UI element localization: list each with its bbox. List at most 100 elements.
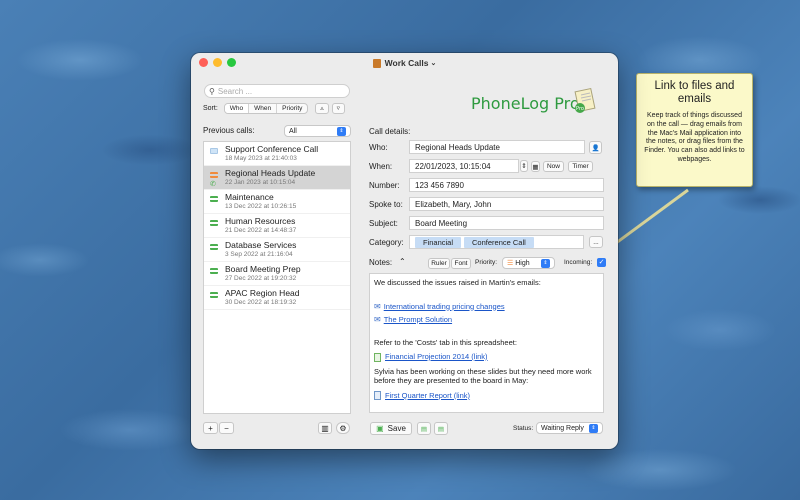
notes-email-link[interactable]: ✉ The Prompt Solution [374, 315, 599, 325]
status-value: Waiting Reply [541, 424, 584, 432]
minimize-button[interactable] [213, 58, 222, 67]
app-window: Work Calls ⌄ ⚲ Search ... Sort: Who When… [191, 53, 618, 449]
now-button[interactable]: Now [543, 161, 564, 172]
sort-who-button[interactable]: Who [224, 104, 250, 113]
conference-icon [210, 148, 218, 154]
search-icon: ⚲ [209, 86, 215, 96]
calendar-icon[interactable]: ▦ [531, 161, 540, 172]
notes-text: We discussed the issues raised in Martin… [374, 278, 541, 287]
mail-icon: ✉ [374, 315, 381, 324]
sort-segmented-control: Who When Priority [223, 103, 309, 114]
contact-icon[interactable]: 👤 [589, 141, 602, 154]
category-tag[interactable]: Conference Call [464, 236, 534, 248]
who-label: Who: [369, 143, 388, 152]
priority-value: ☰ High [507, 260, 530, 267]
incoming-label: Incoming: [564, 259, 593, 266]
number-label: Number: [369, 181, 400, 190]
svg-text:Pro: Pro [576, 106, 584, 112]
priority-normal-icon [210, 196, 218, 202]
list-item[interactable]: ✆ Regional Heads Update 22 Jan 2023 at 1… [204, 166, 350, 190]
list-item[interactable]: Support Conference Call 18 May 2023 at 2… [204, 142, 350, 166]
category-field[interactable]: Financial Conference Call [409, 235, 584, 249]
sort-controls: Sort: Who When Priority ▵ ▿ [203, 103, 345, 114]
when-label: When: [369, 162, 393, 171]
previous-calls-list[interactable]: Support Conference Call 18 May 2023 at 2… [203, 141, 351, 414]
updown-arrow-icon: ⇕ [589, 423, 598, 433]
category-tag[interactable]: Financial [415, 236, 462, 248]
title-bar: Work Calls ⌄ [191, 53, 618, 73]
list-item[interactable]: Maintenance 13 Dec 2022 at 10:26:15 [204, 190, 350, 214]
gear-icon[interactable]: ⚙ [336, 422, 350, 434]
spreadsheet-icon [374, 352, 381, 362]
app-logo: PhoneLog Pro [471, 94, 580, 113]
notes-text: Refer to the 'Costs' tab in this spreads… [374, 337, 517, 347]
priority-normal-icon [210, 244, 218, 250]
status-label: Status: [513, 425, 534, 432]
previous-calls-label: Previous calls: [203, 126, 255, 135]
status-select[interactable]: Waiting Reply ⇕ [536, 422, 603, 434]
callout-title: Link to files and emails [654, 80, 735, 105]
list-item[interactable]: APAC Region Head 30 Dec 2022 at 18:19:32 [204, 286, 350, 310]
notes-editor[interactable]: We discussed the issues raised in Martin… [369, 273, 604, 413]
notes-file-link[interactable]: First Quarter Report (link) [374, 391, 599, 401]
presentation-icon [374, 391, 381, 401]
add-call-button[interactable]: + [203, 422, 218, 434]
feature-callout: Link to files and emails Keep track of t… [636, 73, 753, 187]
phone-icon: ✆ [210, 181, 216, 188]
sort-priority-button[interactable]: Priority [277, 104, 307, 113]
search-input[interactable]: Search ... [218, 87, 252, 96]
share-icon[interactable]: ▤ [434, 422, 448, 435]
sort-when-button[interactable]: When [249, 104, 278, 113]
priority-label: Priority: [475, 259, 498, 266]
callout-body: Keep track of things discussed on the ca… [644, 112, 745, 163]
stepper-icon[interactable]: ⇕ [520, 160, 528, 172]
number-field[interactable]: 123 456 7890 [409, 178, 604, 192]
notes-text: Sylvia has been working on these slides … [374, 366, 592, 386]
call-filter-value: All [289, 127, 297, 135]
export-icon[interactable]: ▤ [417, 422, 431, 435]
notes-label: Notes: [369, 258, 393, 267]
chevron-up-icon[interactable]: ⌃ [399, 257, 406, 266]
remove-call-button[interactable]: − [219, 422, 234, 434]
notes-spacer [374, 329, 599, 338]
timer-button[interactable]: Timer [568, 161, 593, 172]
ruler-button[interactable]: Ruler [428, 258, 450, 269]
save-button[interactable]: ▣ Save [370, 422, 412, 435]
spoke-to-label: Spoke to: [369, 200, 403, 209]
list-item[interactable]: Board Meeting Prep 27 Dec 2022 at 19:20:… [204, 262, 350, 286]
priority-normal-icon [210, 220, 218, 226]
list-item[interactable]: Database Services 3 Sep 2022 at 21:16:04 [204, 238, 350, 262]
spoke-to-field[interactable]: Elizabeth, Mary, John [409, 197, 604, 211]
close-button[interactable] [199, 58, 208, 67]
notepad-logo-icon: Pro [574, 87, 596, 113]
sort-label: Sort: [203, 105, 218, 112]
columns-icon[interactable]: ▥ [318, 422, 332, 434]
mail-icon: ✉ [374, 301, 381, 311]
notes-spacer [374, 293, 599, 302]
when-field[interactable]: 22/01/2023, 10:15:04 [409, 159, 519, 173]
window-controls [199, 58, 236, 67]
who-field[interactable]: Regional Heads Update [409, 140, 585, 154]
priority-high-icon [210, 172, 218, 178]
priority-select[interactable]: ☰ High ⇕ [502, 257, 555, 269]
sort-ascending-button[interactable]: ▵ [315, 103, 329, 114]
font-button[interactable]: Font [451, 258, 471, 269]
call-filter-select[interactable]: All ⇕ [284, 125, 351, 137]
list-item[interactable]: Human Resources 21 Dec 2022 at 14:48:37 [204, 214, 350, 238]
updown-arrow-icon: ⇕ [337, 126, 346, 136]
updown-arrow-icon: ⇕ [541, 258, 550, 268]
document-icon [372, 58, 381, 68]
zoom-button[interactable] [227, 58, 236, 67]
subject-field[interactable]: Board Meeting [409, 216, 604, 230]
sort-descending-button[interactable]: ▿ [331, 103, 345, 114]
chevron-down-icon[interactable]: ⌄ [430, 59, 436, 67]
notes-file-link[interactable]: Financial Projection 2014 (link) [374, 352, 599, 362]
incoming-checkbox[interactable]: ✓ [597, 258, 606, 267]
priority-high-icon: ☰ [507, 260, 514, 267]
save-icon: ▣ [376, 424, 384, 433]
category-more-button[interactable]: ... [589, 236, 603, 248]
search-field[interactable]: ⚲ Search ... [204, 84, 350, 98]
window-title[interactable]: Work Calls [385, 58, 429, 68]
priority-normal-icon [210, 268, 218, 274]
notes-email-link[interactable]: ✉ International trading pricing changes [374, 302, 599, 312]
